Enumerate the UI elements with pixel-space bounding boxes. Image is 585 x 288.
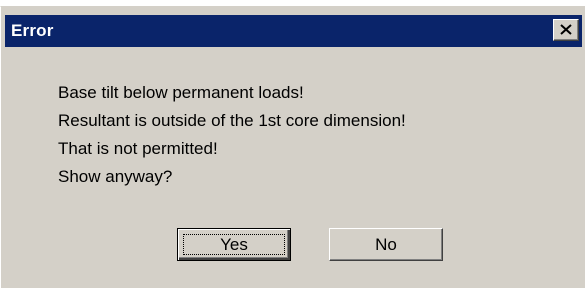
screen: Error Base tilt below permanent loads! R… <box>0 0 585 288</box>
dialog-title: Error <box>11 21 54 40</box>
yes-button[interactable]: Yes <box>177 228 291 261</box>
close-icon <box>560 24 572 35</box>
message-line: That is not permitted! <box>58 139 218 158</box>
no-button[interactable]: No <box>329 228 443 261</box>
message-line: Show anyway? <box>58 167 173 186</box>
error-dialog: Error Base tilt below permanent loads! R… <box>0 6 585 288</box>
message-line: Base tilt below permanent loads! <box>58 83 304 102</box>
title-bar[interactable]: Error <box>5 15 582 47</box>
message-line: Resultant is outside of the 1st core dim… <box>58 111 406 130</box>
error-message: Base tilt below permanent loads! Resulta… <box>58 82 406 194</box>
close-button[interactable] <box>553 19 579 41</box>
